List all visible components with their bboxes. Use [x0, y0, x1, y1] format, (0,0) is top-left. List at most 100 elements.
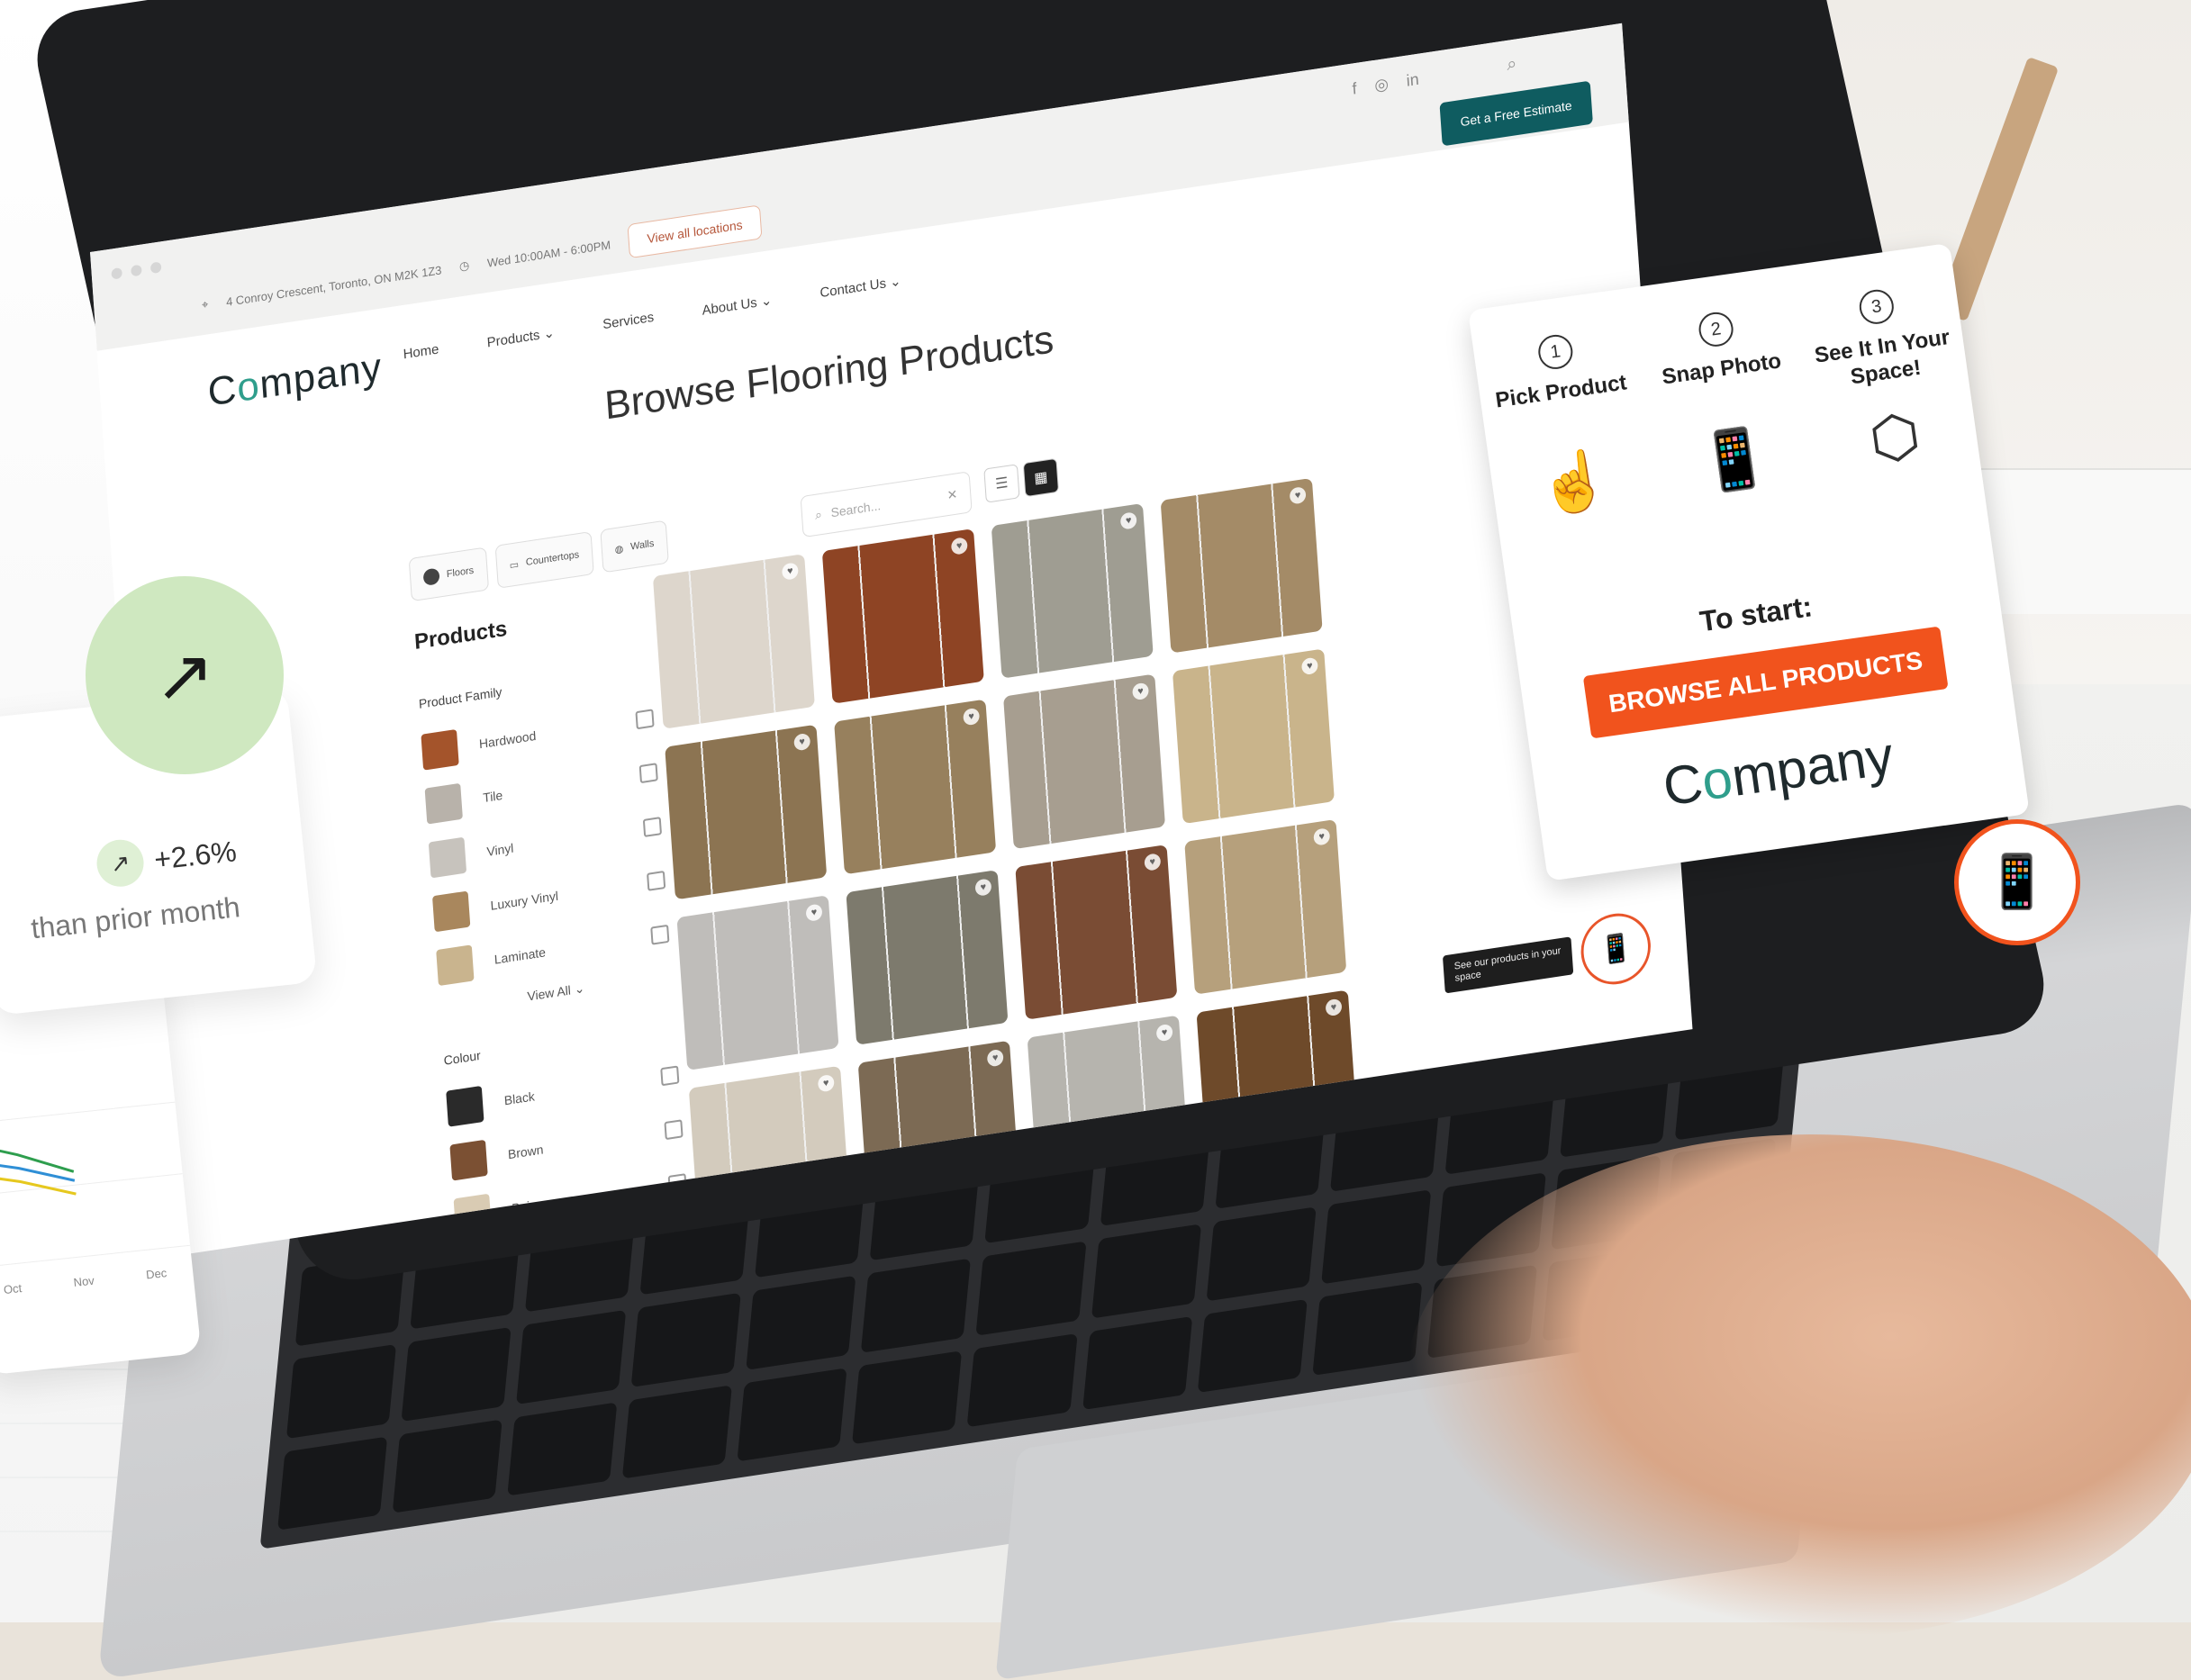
product-tile[interactable]: ♥: [1172, 648, 1335, 825]
site-logo[interactable]: Company: [206, 345, 384, 416]
ar-popup-card: 1 Pick Product ☝ 2 Snap Photo 📱 3 See It…: [1468, 242, 2030, 881]
phone-ar-icon: ⬡: [1865, 401, 1924, 473]
free-estimate-button[interactable]: Get a Free Estimate: [1439, 80, 1593, 147]
product-family-swatch: [431, 890, 471, 933]
step-label: See It In Your Space!: [1813, 324, 1951, 390]
product-tile[interactable]: ♥: [846, 870, 1009, 1045]
product-tile[interactable]: ♥: [1015, 845, 1178, 1020]
list-view-icon[interactable]: ☰: [983, 464, 1020, 503]
product-family-checkbox[interactable]: [642, 817, 663, 837]
store-hours: Wed 10:00AM - 6:00PM: [486, 237, 611, 270]
filter-title: Products: [413, 616, 509, 655]
nav-products[interactable]: Products ⌄: [486, 324, 555, 350]
close-dot[interactable]: [111, 266, 123, 280]
colour-checkbox[interactable]: [664, 1119, 684, 1141]
product-family-swatch: [424, 782, 463, 825]
window-controls: [111, 261, 162, 280]
tab-label: Walls: [629, 537, 655, 553]
product-tile[interactable]: ♥: [1160, 477, 1323, 654]
favorite-icon[interactable]: ♥: [1325, 998, 1343, 1017]
search-placeholder: Search...: [830, 498, 882, 520]
product-family-checkbox[interactable]: [647, 870, 666, 891]
floating-ar-button[interactable]: 📱: [1954, 819, 2080, 945]
colour-label: Brown: [507, 1142, 544, 1162]
view-locations-button[interactable]: View all locations: [627, 204, 763, 259]
floor-icon: [422, 567, 440, 586]
stat-subtitle: than prior month: [29, 890, 242, 945]
facebook-icon[interactable]: f: [1352, 79, 1357, 99]
store-address: 4 Conroy Crescent, Toronto, ON M2K 1Z3: [225, 262, 442, 309]
maximize-dot[interactable]: [149, 261, 162, 275]
favorite-icon[interactable]: ♥: [1155, 1023, 1173, 1043]
product-family-checkbox[interactable]: [638, 763, 658, 784]
favorite-icon[interactable]: ♥: [1289, 486, 1307, 505]
product-tile[interactable]: ♥: [991, 502, 1154, 679]
product-family-checkbox[interactable]: [650, 924, 670, 945]
favorite-icon[interactable]: ♥: [950, 537, 968, 555]
favorite-icon[interactable]: ♥: [1119, 511, 1137, 530]
favorite-icon[interactable]: ♥: [793, 732, 811, 752]
nav-about[interactable]: About Us ⌄: [702, 292, 773, 319]
clear-icon[interactable]: ✕: [946, 486, 958, 503]
product-family-checkbox[interactable]: [635, 709, 655, 730]
favorite-icon[interactable]: ♥: [1313, 827, 1331, 846]
month-label: Oct: [3, 1281, 23, 1297]
product-tile[interactable]: ♥: [1184, 818, 1347, 995]
tab-label: Floors: [446, 565, 475, 581]
instagram-icon[interactable]: ◎: [1374, 75, 1390, 95]
phone-ar-icon[interactable]: 📱: [1578, 908, 1653, 989]
product-tile[interactable]: ♥: [834, 699, 997, 875]
search-icon[interactable]: ⌕: [1506, 53, 1517, 76]
favorite-icon[interactable]: ♥: [817, 1073, 835, 1093]
favorite-icon[interactable]: ♥: [986, 1048, 1004, 1068]
linkedin-icon[interactable]: in: [1406, 70, 1419, 91]
view-toggle: ☰ ▦: [983, 457, 1060, 503]
favorite-icon[interactable]: ♥: [963, 707, 981, 727]
product-family-label: Hardwood: [478, 727, 537, 752]
store-info: ⌖ 4 Conroy Crescent, Toronto, ON M2K 1Z3…: [201, 204, 763, 322]
favorite-icon[interactable]: ♥: [1144, 853, 1162, 872]
product-tile[interactable]: ♥: [821, 528, 984, 704]
category-tabs: Floors ▭ Countertops ◍ Walls: [408, 519, 669, 602]
step-pick-product: 1 Pick Product ☝: [1481, 325, 1650, 526]
product-tile[interactable]: ♥: [665, 724, 828, 900]
nav-contact[interactable]: Contact Us ⌄: [819, 273, 901, 301]
phone-ar-icon: 📱: [1984, 853, 2051, 911]
search-icon: ⌕: [814, 506, 823, 522]
filter-sidebar: Products Product Family Hardwood Tile Viny…: [413, 596, 692, 1259]
trend-up-icon: ↗: [86, 576, 284, 774]
step-number: 2: [1697, 310, 1736, 349]
minimize-dot[interactable]: [131, 264, 142, 277]
stat-change-value: +2.6%: [152, 834, 239, 876]
tab-countertops[interactable]: ▭ Countertops: [494, 531, 594, 589]
wall-icon: ◍: [614, 543, 624, 555]
favorite-icon[interactable]: ♥: [781, 562, 799, 581]
step-see-in-space: 3 See It In Your Space! ⬡: [1803, 280, 1971, 481]
series-line-green: [0, 1141, 75, 1173]
tab-walls[interactable]: ◍ Walls: [600, 519, 669, 574]
page-title: Browse Flooring Products: [602, 317, 1055, 429]
colour-checkbox[interactable]: [660, 1065, 680, 1087]
countertop-icon: ▭: [509, 558, 520, 572]
stat-change: ↗ +2.6%: [94, 827, 239, 890]
trend-up-icon: ↗: [94, 837, 147, 890]
product-family-label: Tile: [482, 787, 503, 806]
nav-services[interactable]: Services: [602, 310, 655, 333]
product-search[interactable]: ⌕ Search... ✕: [800, 471, 973, 538]
product-tile[interactable]: ♥: [652, 554, 815, 729]
month-label: Nov: [72, 1273, 95, 1289]
product-tile[interactable]: ♥: [676, 895, 839, 1070]
product-tile[interactable]: ♥: [1003, 673, 1166, 850]
favorite-icon[interactable]: ♥: [805, 903, 823, 922]
see-in-space-widget[interactable]: See our products in your space 📱: [1442, 908, 1653, 1009]
colour-swatch: [446, 1085, 484, 1127]
grid-view-icon[interactable]: ▦: [1022, 457, 1060, 498]
nav-home[interactable]: Home: [403, 341, 439, 363]
favorite-icon[interactable]: ♥: [1131, 682, 1150, 701]
favorite-icon[interactable]: ♥: [974, 878, 992, 897]
tab-floors[interactable]: Floors: [408, 546, 489, 602]
favorite-icon[interactable]: ♥: [1300, 656, 1318, 676]
clock-icon: ◷: [458, 257, 470, 274]
product-family-label: Laminate: [493, 944, 547, 967]
location-pin-icon: ⌖: [201, 297, 209, 312]
